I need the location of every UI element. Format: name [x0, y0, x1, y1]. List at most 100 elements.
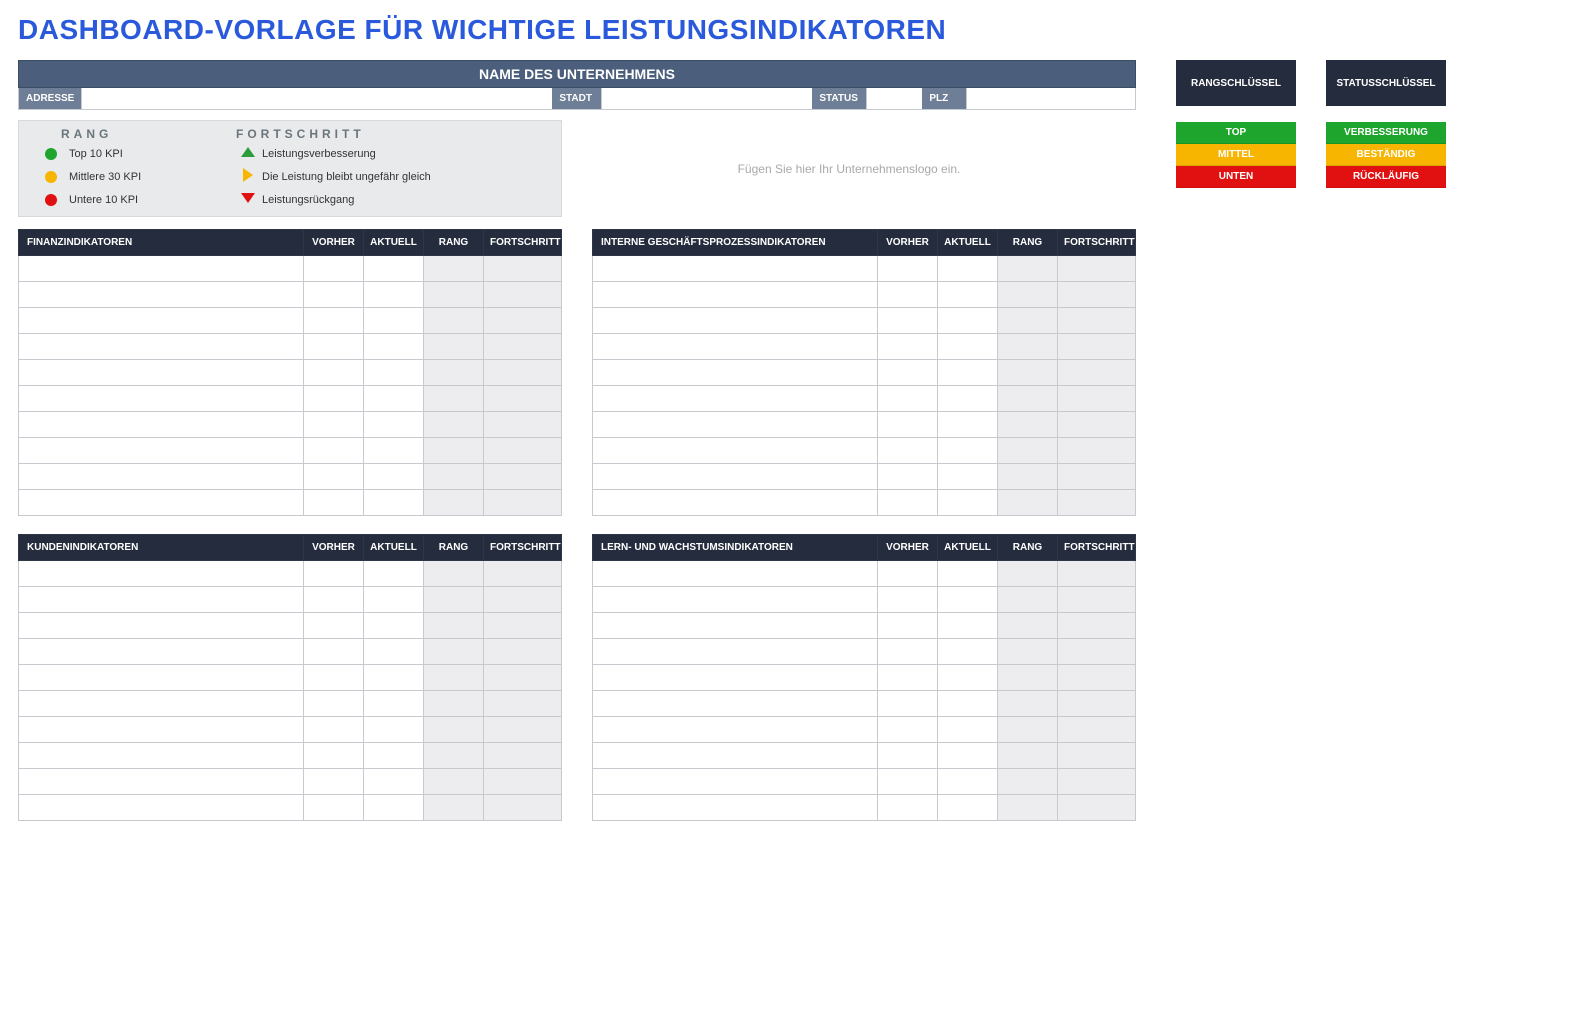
table-row[interactable] — [19, 587, 562, 613]
cell-aktuell[interactable] — [364, 691, 424, 717]
table-row[interactable] — [19, 795, 562, 821]
cell-vorher[interactable] — [304, 665, 364, 691]
table-row[interactable] — [593, 665, 1136, 691]
table-row[interactable] — [593, 639, 1136, 665]
cell-vorher[interactable] — [304, 639, 364, 665]
city-input[interactable] — [602, 88, 812, 109]
cell-name[interactable] — [593, 639, 878, 665]
cell-vorher[interactable] — [304, 282, 364, 308]
cell-fortschritt[interactable] — [1058, 464, 1136, 490]
cell-rang[interactable] — [424, 665, 484, 691]
cell-vorher[interactable] — [304, 743, 364, 769]
cell-aktuell[interactable] — [938, 639, 998, 665]
cell-aktuell[interactable] — [364, 665, 424, 691]
cell-name[interactable] — [19, 795, 304, 821]
cell-rang[interactable] — [998, 613, 1058, 639]
cell-rang[interactable] — [998, 561, 1058, 587]
cell-rang[interactable] — [998, 490, 1058, 516]
cell-name[interactable] — [593, 769, 878, 795]
cell-name[interactable] — [19, 334, 304, 360]
cell-vorher[interactable] — [878, 386, 938, 412]
cell-rang[interactable] — [424, 613, 484, 639]
table-row[interactable] — [593, 717, 1136, 743]
cell-fortschritt[interactable] — [484, 769, 562, 795]
cell-fortschritt[interactable] — [484, 386, 562, 412]
cell-fortschritt[interactable] — [484, 464, 562, 490]
cell-name[interactable] — [593, 308, 878, 334]
table-row[interactable] — [19, 639, 562, 665]
cell-aktuell[interactable] — [938, 795, 998, 821]
cell-fortschritt[interactable] — [484, 308, 562, 334]
cell-rang[interactable] — [998, 743, 1058, 769]
cell-vorher[interactable] — [878, 613, 938, 639]
table-row[interactable] — [593, 795, 1136, 821]
cell-vorher[interactable] — [304, 561, 364, 587]
cell-fortschritt[interactable] — [1058, 490, 1136, 516]
cell-rang[interactable] — [424, 360, 484, 386]
cell-rang[interactable] — [998, 282, 1058, 308]
cell-aktuell[interactable] — [938, 334, 998, 360]
cell-rang[interactable] — [998, 464, 1058, 490]
cell-fortschritt[interactable] — [484, 613, 562, 639]
cell-aktuell[interactable] — [938, 665, 998, 691]
cell-vorher[interactable] — [878, 639, 938, 665]
cell-rang[interactable] — [998, 665, 1058, 691]
cell-fortschritt[interactable] — [484, 334, 562, 360]
cell-name[interactable] — [593, 743, 878, 769]
table-row[interactable] — [19, 308, 562, 334]
cell-vorher[interactable] — [304, 490, 364, 516]
cell-name[interactable] — [19, 639, 304, 665]
cell-rang[interactable] — [424, 795, 484, 821]
table-row[interactable] — [19, 691, 562, 717]
cell-vorher[interactable] — [878, 587, 938, 613]
cell-name[interactable] — [19, 743, 304, 769]
cell-vorher[interactable] — [304, 256, 364, 282]
cell-fortschritt[interactable] — [484, 438, 562, 464]
cell-rang[interactable] — [998, 587, 1058, 613]
cell-name[interactable] — [593, 613, 878, 639]
cell-rang[interactable] — [424, 639, 484, 665]
cell-fortschritt[interactable] — [1058, 769, 1136, 795]
table-row[interactable] — [593, 282, 1136, 308]
cell-aktuell[interactable] — [364, 795, 424, 821]
cell-aktuell[interactable] — [364, 561, 424, 587]
cell-name[interactable] — [19, 691, 304, 717]
cell-rang[interactable] — [424, 438, 484, 464]
cell-name[interactable] — [19, 256, 304, 282]
cell-aktuell[interactable] — [364, 613, 424, 639]
table-row[interactable] — [593, 412, 1136, 438]
cell-fortschritt[interactable] — [484, 691, 562, 717]
cell-vorher[interactable] — [878, 256, 938, 282]
cell-rang[interactable] — [998, 691, 1058, 717]
cell-name[interactable] — [593, 561, 878, 587]
cell-name[interactable] — [593, 256, 878, 282]
cell-fortschritt[interactable] — [484, 665, 562, 691]
cell-rang[interactable] — [998, 795, 1058, 821]
cell-aktuell[interactable] — [364, 256, 424, 282]
cell-fortschritt[interactable] — [484, 717, 562, 743]
logo-placeholder[interactable]: Fügen Sie hier Ihr Unternehmenslogo ein. — [562, 120, 1136, 217]
cell-rang[interactable] — [424, 308, 484, 334]
table-row[interactable] — [19, 561, 562, 587]
cell-aktuell[interactable] — [364, 438, 424, 464]
cell-fortschritt[interactable] — [484, 587, 562, 613]
cell-vorher[interactable] — [304, 386, 364, 412]
cell-name[interactable] — [19, 438, 304, 464]
cell-fortschritt[interactable] — [1058, 613, 1136, 639]
cell-fortschritt[interactable] — [1058, 386, 1136, 412]
table-row[interactable] — [593, 490, 1136, 516]
company-name-bar[interactable]: NAME DES UNTERNEHMENS — [18, 60, 1136, 88]
cell-fortschritt[interactable] — [484, 256, 562, 282]
cell-rang[interactable] — [424, 561, 484, 587]
cell-aktuell[interactable] — [364, 360, 424, 386]
cell-vorher[interactable] — [878, 464, 938, 490]
table-row[interactable] — [19, 334, 562, 360]
cell-vorher[interactable] — [878, 308, 938, 334]
cell-rang[interactable] — [424, 282, 484, 308]
cell-vorher[interactable] — [304, 691, 364, 717]
cell-vorher[interactable] — [304, 464, 364, 490]
cell-vorher[interactable] — [304, 334, 364, 360]
cell-rang[interactable] — [424, 464, 484, 490]
cell-rang[interactable] — [424, 490, 484, 516]
cell-name[interactable] — [19, 561, 304, 587]
